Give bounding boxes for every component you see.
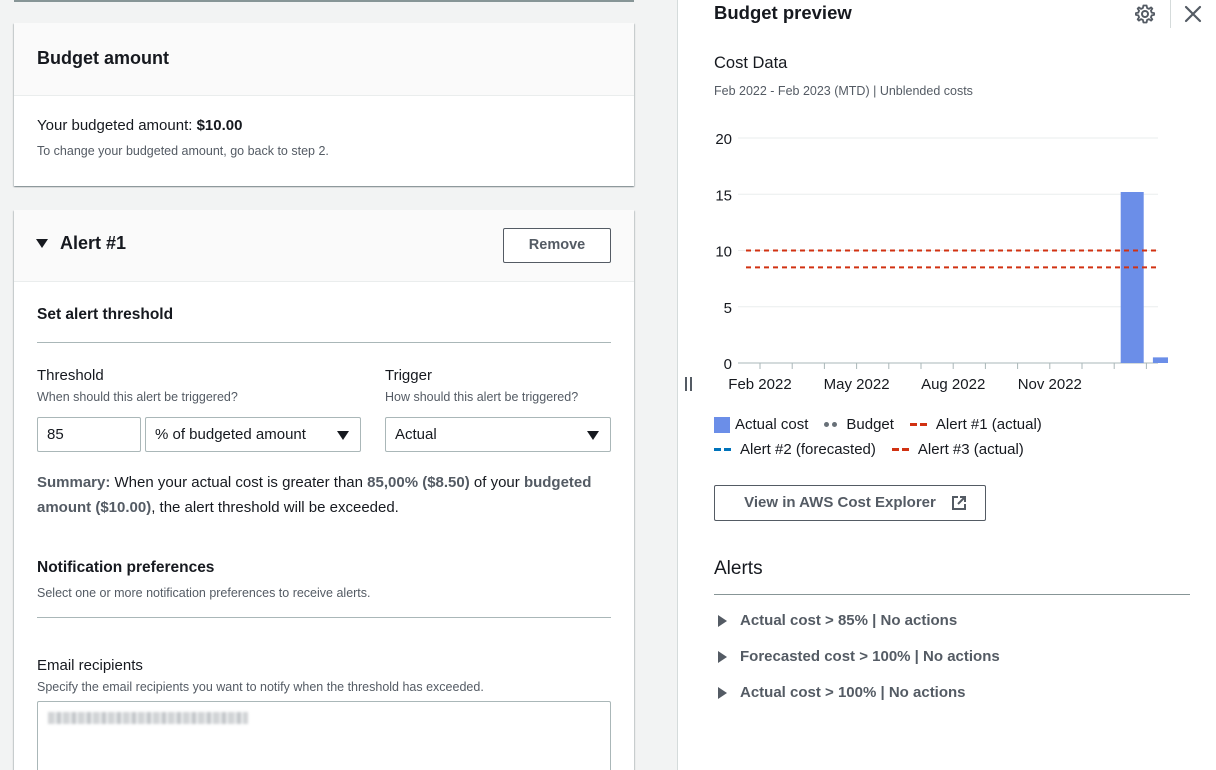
notification-section-title: Notification preferences: [37, 559, 215, 576]
cost-data-title: Cost Data: [714, 54, 788, 72]
panel-title: Budget preview: [714, 2, 852, 23]
header-separator: [1170, 0, 1171, 28]
alert-3-swatch: [891, 448, 912, 451]
alert-title[interactable]: Alert #1: [60, 233, 126, 254]
summary-text-2: of your: [469, 474, 524, 491]
caret-down-icon[interactable]: [36, 239, 48, 248]
cost-chart: 0 5 10 15 20 Feb 2022 May 2022 Aug 2022 Nov 2022: [715, 131, 1168, 393]
previous-card-edge: [14, 0, 634, 2]
trigger-value: Actual: [395, 426, 437, 443]
chevron-down-icon: [337, 431, 349, 440]
cost-bar: [1120, 192, 1144, 363]
summary-text-1: When your actual cost is greater than: [110, 474, 368, 491]
threshold-section-title: Set alert threshold: [37, 306, 174, 323]
alerts-title: Alerts: [714, 558, 763, 579]
y-tick-label: 0: [724, 356, 732, 373]
caret-right-icon: [718, 686, 727, 699]
email-recipients-input[interactable]: [37, 701, 611, 770]
budget-swatch: [824, 422, 840, 427]
alert-row-3[interactable]: Actual cost > 100% | No actions: [718, 684, 966, 701]
x-tick-label: Feb 2022: [728, 376, 791, 393]
y-tick-label: 5: [724, 300, 732, 317]
budget-amount-header: Budget amount: [14, 23, 634, 96]
threshold-divider: [37, 342, 611, 343]
summary-label: Summary:: [37, 474, 111, 491]
alert-row-1[interactable]: Actual cost > 85% | No actions: [718, 612, 957, 629]
trigger-hint: How should this alert be triggered?: [385, 390, 579, 404]
email-recipients-label: Email recipients: [37, 657, 143, 674]
budget-amount-card: Budget amount Your budgeted amount: $10.…: [14, 23, 634, 186]
redacted-email: [48, 712, 248, 724]
summary-percent: 85,00% ($8.50): [367, 474, 470, 491]
view-cost-explorer-label: View in AWS Cost Explorer: [744, 494, 936, 511]
legend-row-1: Actual cost Budget Alert #1 (actual): [714, 416, 1058, 433]
x-tick-label: Aug 2022: [921, 376, 985, 393]
legend-alert-2: Alert #2 (forecasted): [714, 441, 876, 458]
budget-preview-panel: Budget preview Cost Data Feb 2022 - Feb …: [678, 0, 1216, 770]
actual-cost-swatch: [714, 416, 730, 433]
caret-right-icon: [718, 614, 727, 627]
budgeted-amount-hint: To change your budgeted amount, go back …: [37, 144, 329, 158]
alert-1-swatch: [909, 423, 930, 426]
y-tick-label: 10: [715, 244, 732, 261]
x-tick-label: Nov 2022: [1018, 376, 1082, 393]
summary-text-3: , the alert threshold will be exceeded.: [151, 499, 399, 516]
alert-2-swatch: [714, 448, 734, 451]
notification-divider: [37, 617, 611, 618]
alert-row-2[interactable]: Forecasted cost > 100% | No actions: [718, 648, 1000, 665]
budget-amount-title: Budget amount: [37, 48, 169, 68]
legend-alert-3: Alert #3 (actual): [891, 441, 1024, 458]
y-tick-label: 15: [715, 187, 732, 204]
cost-data-subtitle: Feb 2022 - Feb 2023 (MTD) | Unblended co…: [714, 84, 973, 98]
threshold-unit-value: % of budgeted amount: [155, 426, 306, 443]
email-recipients-hint: Specify the email recipients you want to…: [37, 680, 484, 694]
legend-alert-1: Alert #1 (actual): [909, 416, 1042, 433]
legend-actual-cost: Actual cost: [714, 416, 808, 433]
x-tick-label: May 2022: [824, 376, 890, 393]
threshold-label: Threshold: [37, 367, 104, 384]
alert-card: Alert #1 Remove Set alert threshold Thre…: [14, 210, 634, 770]
cost-bar: [1152, 357, 1168, 363]
close-icon[interactable]: [1182, 3, 1204, 25]
y-tick-label: 20: [715, 131, 732, 148]
legend-row-2: Alert #2 (forecasted) Alert #3 (actual): [714, 441, 1040, 458]
budgeted-amount-value: $10.00: [196, 117, 243, 134]
alert-header[interactable]: Alert #1 Remove: [14, 210, 634, 282]
threshold-unit-select[interactable]: % of budgeted amount: [145, 417, 361, 452]
alerts-divider: [714, 594, 1190, 595]
trigger-label: Trigger: [385, 367, 432, 384]
view-cost-explorer-button[interactable]: View in AWS Cost Explorer: [714, 485, 986, 521]
budgeted-amount-label: Your budgeted amount:: [37, 117, 197, 134]
remove-alert-button[interactable]: Remove: [503, 228, 611, 263]
chevron-down-icon: [587, 431, 599, 440]
caret-right-icon: [718, 650, 727, 663]
threshold-input[interactable]: 85: [37, 417, 141, 452]
budget-form-column: Budget amount Your budgeted amount: $10.…: [0, 0, 678, 770]
threshold-summary: Summary: When your actual cost is greate…: [37, 470, 597, 520]
external-link-icon: [952, 496, 966, 510]
threshold-hint: When should this alert be triggered?: [37, 390, 238, 404]
legend-budget: Budget: [824, 416, 894, 433]
notification-hint: Select one or more notification preferen…: [37, 586, 371, 600]
gear-icon[interactable]: [1134, 3, 1156, 25]
trigger-select[interactable]: Actual: [385, 417, 611, 452]
budgeted-amount-line: Your budgeted amount: $10.00: [37, 117, 242, 134]
